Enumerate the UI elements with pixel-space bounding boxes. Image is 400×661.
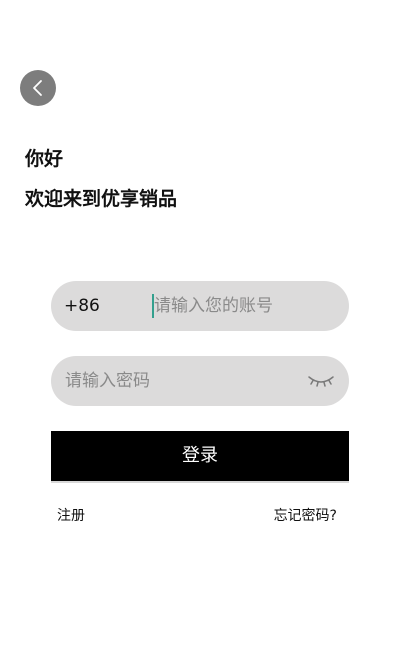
chevron-left-icon — [33, 80, 42, 96]
welcome-heading: 欢迎来到优享销品 — [25, 188, 178, 210]
password-input[interactable] — [65, 356, 305, 406]
account-input[interactable] — [154, 281, 334, 331]
password-field[interactable] — [51, 356, 349, 406]
back-button[interactable] — [20, 70, 56, 106]
register-link[interactable]: 注册 — [57, 506, 85, 526]
account-field[interactable]: +86 — [51, 281, 349, 331]
login-button[interactable]: 登录 — [51, 431, 349, 483]
country-code-selector[interactable]: +86 — [64, 281, 100, 331]
forgot-password-link[interactable]: 忘记密码? — [274, 506, 337, 526]
greeting-heading: 你好 — [25, 148, 64, 170]
eye-closed-icon[interactable] — [307, 371, 335, 391]
